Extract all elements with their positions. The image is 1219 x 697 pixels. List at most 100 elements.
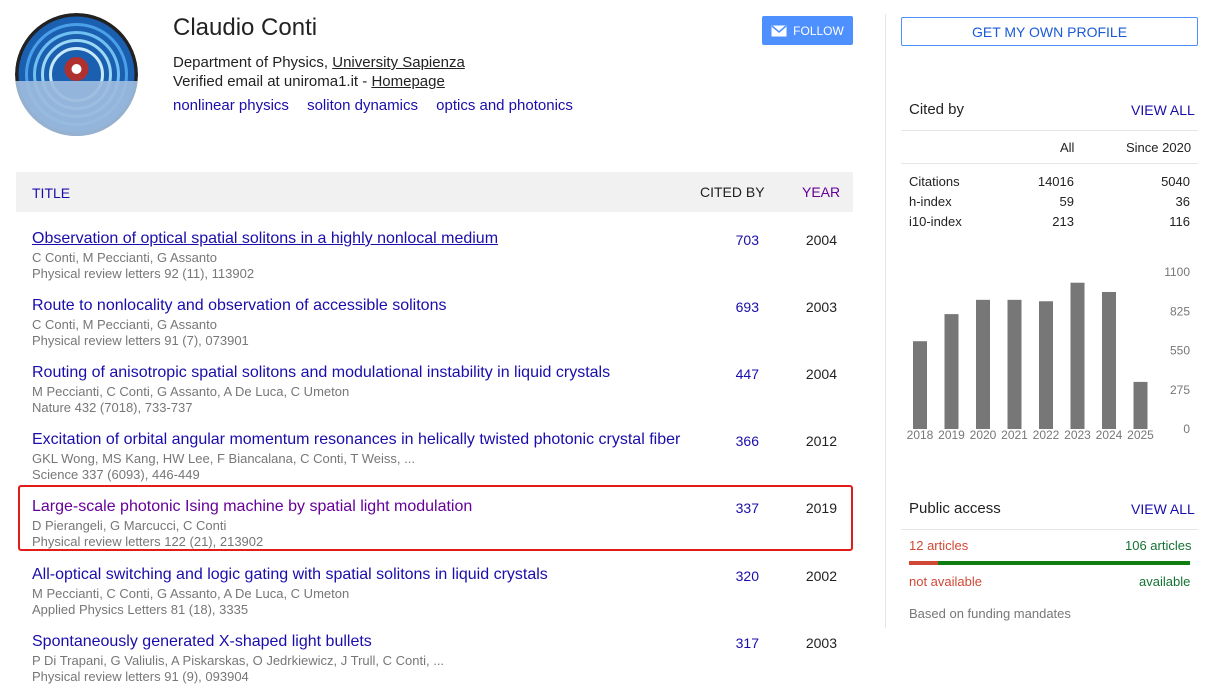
article-venue: Nature 432 (7018), 733-737 <box>32 400 193 415</box>
mail-icon <box>771 24 787 36</box>
x-tick-label: 2020 <box>970 428 997 442</box>
article-authors: M Peccianti, C Conti, G Assanto, A De Lu… <box>32 384 350 399</box>
y-tick-label: 550 <box>1170 344 1190 358</box>
stat-since: 36 <box>1175 194 1190 209</box>
follow-button[interactable]: FOLLOW <box>762 16 853 45</box>
article-title-link[interactable]: Spontaneously generated X-shaped light b… <box>32 633 372 651</box>
article-authors: M Peccianti, C Conti, G Assanto, A De Lu… <box>32 586 350 601</box>
table-row: Spontaneously generated X-shaped light b… <box>16 633 853 697</box>
article-year: 2003 <box>805 635 837 651</box>
article-venue: Physical review letters 91 (7), 073901 <box>32 333 249 348</box>
homepage-link[interactable]: Homepage <box>371 73 444 90</box>
research-interests: nonlinear physics soliton dynamics optic… <box>173 97 587 114</box>
not-available-fill <box>909 561 938 565</box>
stat-all: 213 <box>1052 214 1074 229</box>
x-tick-label: 2021 <box>1001 428 1028 442</box>
y-tick-label: 1100 <box>1164 265 1190 279</box>
article-title-link[interactable]: Observation of optical spatial solitons … <box>32 230 498 248</box>
x-tick-label: 2024 <box>1096 428 1123 442</box>
sort-by-title[interactable]: TITLE <box>32 185 70 201</box>
sort-by-year[interactable]: YEAR <box>802 184 840 200</box>
stat-label: i10-index <box>909 214 962 229</box>
stat-label: Citations <box>909 174 960 189</box>
cited-by-title: Cited by <box>909 101 965 118</box>
public-access-title: Public access <box>909 500 1001 517</box>
interest-link-optics-photonics[interactable]: optics and photonics <box>436 97 573 114</box>
cited-by-link[interactable]: 317 <box>736 635 759 651</box>
bar-2022[interactable] <box>1039 301 1053 429</box>
follow-label: FOLLOW <box>793 23 844 38</box>
col-all-header: All <box>1060 140 1075 155</box>
x-tick-label: 2022 <box>1033 428 1060 442</box>
profile-name: Claudio Conti <box>173 14 318 41</box>
cited-by-link[interactable]: 447 <box>736 366 759 382</box>
x-tick-label: 2025 <box>1127 428 1154 442</box>
article-year: 2004 <box>805 366 837 382</box>
divider <box>901 130 1198 131</box>
bar-2025[interactable] <box>1133 381 1148 429</box>
article-venue: Science 337 (6093), 446-449 <box>32 467 200 482</box>
sort-by-cited[interactable]: CITED BY <box>700 184 765 200</box>
article-venue: Physical review letters 92 (11), 113902 <box>32 266 255 281</box>
y-tick-label: 0 <box>1183 422 1190 436</box>
cited-by-link[interactable]: 693 <box>736 299 759 315</box>
table-row: All-optical switching and logic gating w… <box>16 566 853 630</box>
stat-all: 59 <box>1059 194 1074 209</box>
article-year: 2012 <box>805 433 837 449</box>
article-authors: C Conti, M Peccianti, G Assanto <box>32 250 217 265</box>
article-venue: Applied Physics Letters 81 (18), 3335 <box>32 602 249 617</box>
article-title-link[interactable]: Excitation of orbital angular momentum r… <box>32 431 680 449</box>
table-row: Observation of optical spatial solitons … <box>16 230 853 294</box>
stat-since: 116 <box>1169 214 1190 229</box>
stat-label: h-index <box>909 194 952 209</box>
university-link[interactable]: University Sapienza <box>332 54 465 71</box>
get-my-own-profile-button[interactable]: GET MY OWN PROFILE <box>901 17 1198 46</box>
article-title-link[interactable]: All-optical switching and logic gating w… <box>32 566 548 584</box>
cited-by-link[interactable]: 320 <box>736 568 759 584</box>
cited-by-link[interactable]: 366 <box>736 433 759 449</box>
cited-by-link[interactable]: 703 <box>736 232 759 248</box>
interest-link-nonlinear-physics[interactable]: nonlinear physics <box>173 97 289 114</box>
stat-all: 14016 <box>1037 174 1074 189</box>
article-venue: Physical review letters 91 (9), 093904 <box>32 669 249 684</box>
interest-link-soliton-dynamics[interactable]: soliton dynamics <box>307 97 418 114</box>
article-authors: C Conti, M Peccianti, G Assanto <box>32 317 217 332</box>
public-access-view-all[interactable]: VIEW ALL <box>1131 501 1195 517</box>
public-access-bar <box>909 561 1190 565</box>
y-tick-label: 275 <box>1170 383 1190 397</box>
article-year: 2002 <box>805 568 837 584</box>
bar-2020[interactable] <box>976 299 990 429</box>
y-tick-label: 825 <box>1170 304 1190 318</box>
not-available-count-link[interactable]: 12 articles <box>909 538 968 553</box>
article-title-link[interactable]: Route to nonlocality and observation of … <box>32 297 446 315</box>
cited-by-view-all[interactable]: VIEW ALL <box>1131 102 1195 118</box>
citations-bar-chart: 2018 2019 2020 2021 2022 2023 2024 2025 1100 825 5… <box>907 265 1191 442</box>
col-since-header: Since 2020 <box>1126 140 1192 155</box>
affiliation: Department of Physics, University Sapien… <box>173 53 465 91</box>
divider <box>901 529 1198 530</box>
divider <box>901 163 1198 164</box>
bar-2024[interactable] <box>1102 291 1116 429</box>
email-text: Verified email at uniroma1.it - <box>173 73 368 90</box>
x-tick-label: 2023 <box>1064 428 1091 442</box>
available-count-link[interactable]: 106 articles <box>1125 538 1191 553</box>
article-year: 2003 <box>805 299 837 315</box>
bar-2018[interactable] <box>913 341 927 429</box>
bar-2021[interactable] <box>1007 299 1022 429</box>
funding-mandates-note: Based on funding mandates <box>909 606 1071 621</box>
article-authors: GKL Wong, MS Kang, HW Lee, F Biancalana,… <box>32 451 415 466</box>
article-authors: P Di Trapani, G Valiulis, A Piskarskas, … <box>32 653 445 668</box>
x-tick-label: 2018 <box>907 428 934 442</box>
stat-since: 5040 <box>1161 174 1190 189</box>
article-title-link[interactable]: Routing of anisotropic spatial solitons … <box>32 364 610 382</box>
not-available-label: not available <box>909 574 982 589</box>
available-label: available <box>1139 574 1191 589</box>
highlight-box <box>18 485 853 551</box>
bar-2019[interactable] <box>944 314 959 429</box>
x-tick-label: 2019 <box>938 428 965 442</box>
article-year: 2004 <box>805 232 837 248</box>
bar-2023[interactable] <box>1070 282 1085 429</box>
column-divider <box>885 14 886 628</box>
table-row: Route to nonlocality and observation of … <box>16 297 853 361</box>
table-header: TITLE CITED BY YEAR <box>16 172 853 212</box>
